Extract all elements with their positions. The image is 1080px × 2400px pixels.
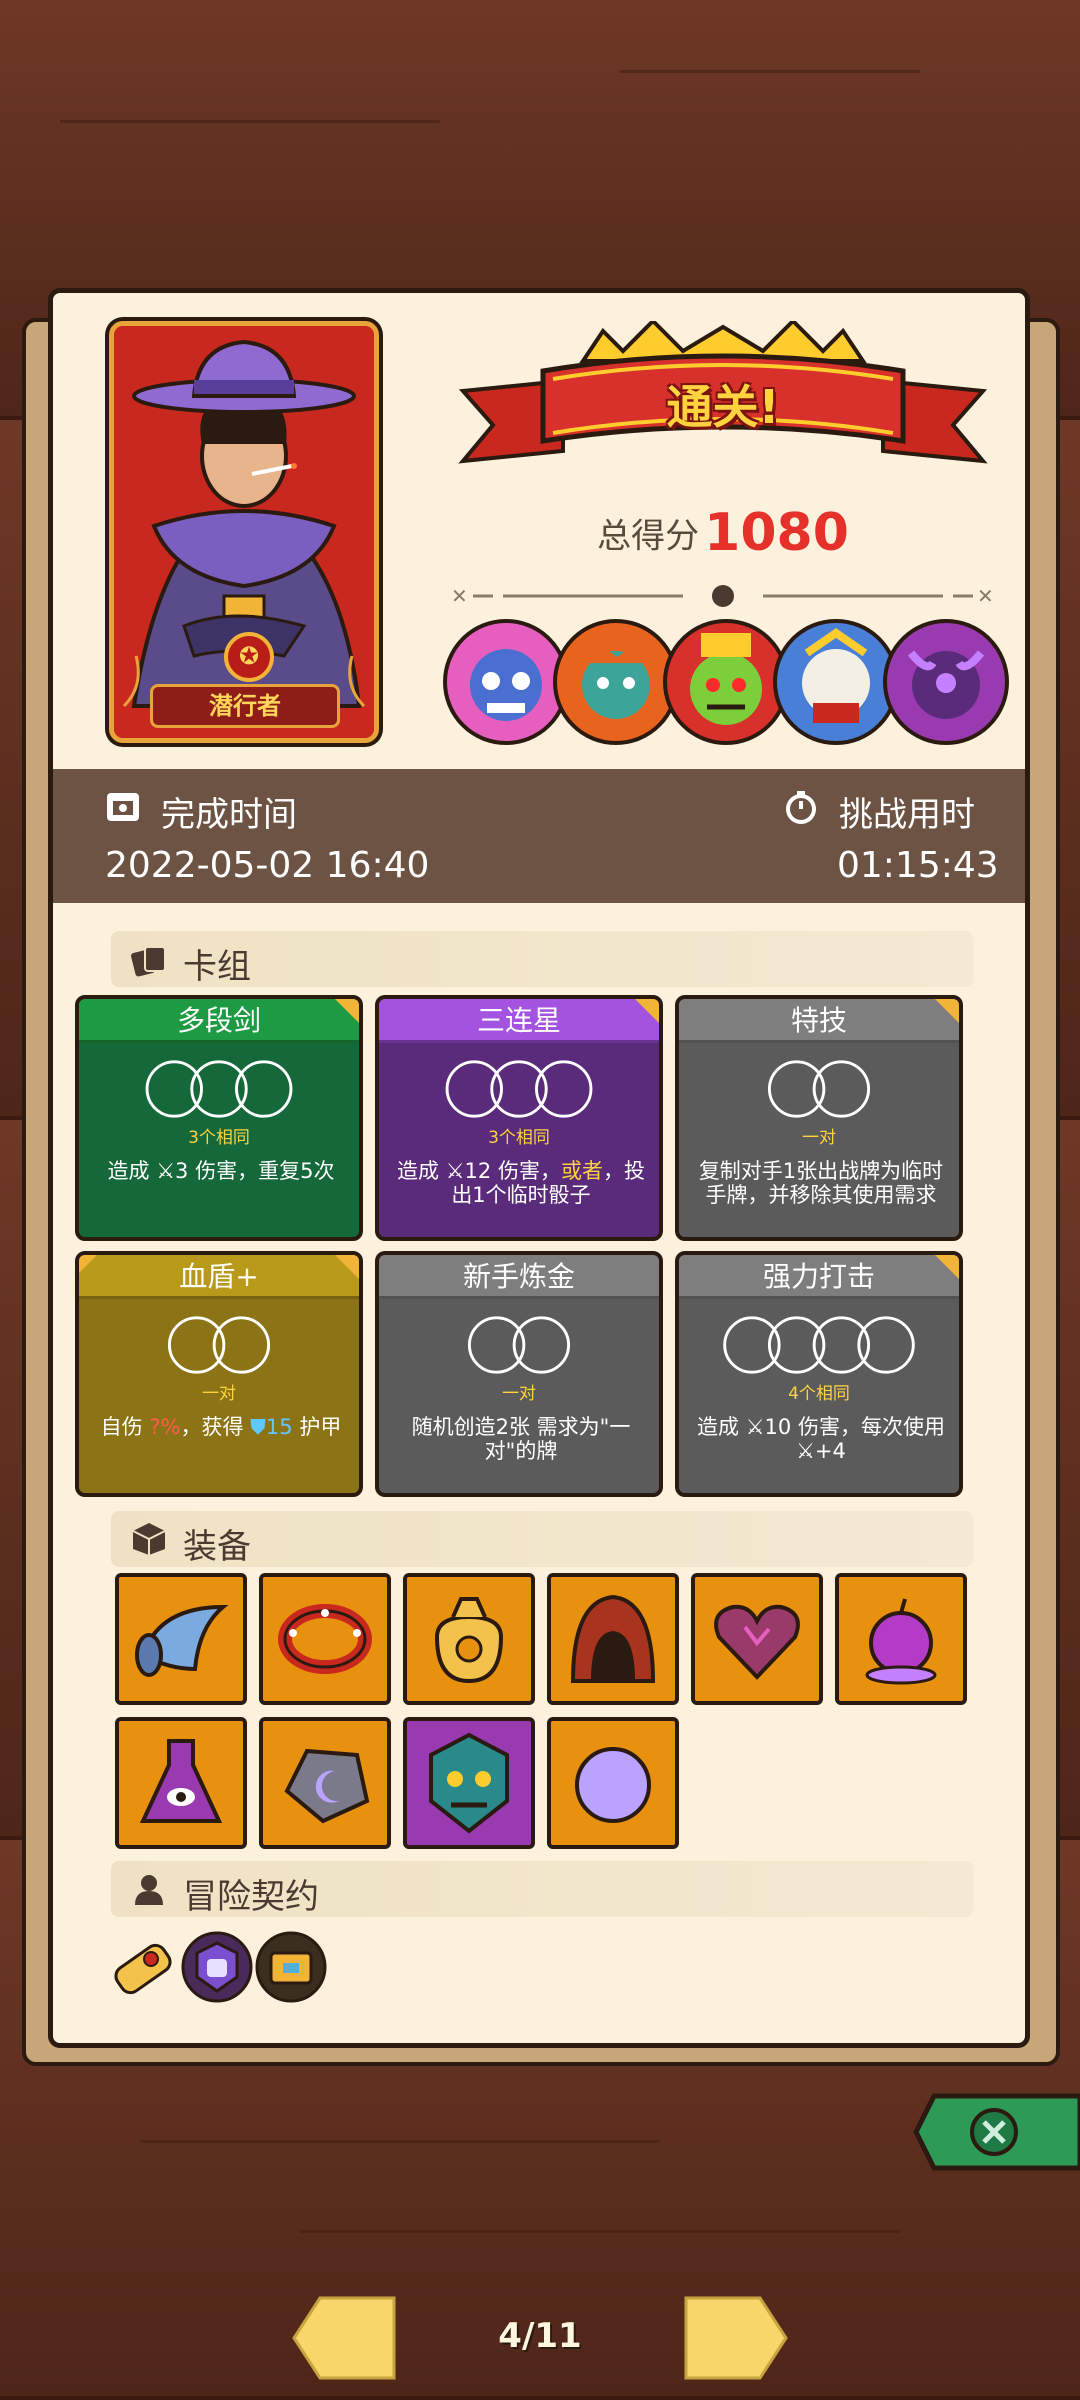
card-requirement: 4个相同: [788, 1384, 850, 1404]
cursed-heart-icon[interactable]: [691, 1573, 823, 1705]
score-value: 1080: [704, 503, 849, 563]
contract-section-header: 冒险契约: [111, 1861, 973, 1917]
card-description: 造成 ⚔10 伤害，每次使用 ⚔+4: [697, 1415, 945, 1463]
box-icon: [132, 1523, 166, 1555]
deck-section-title: 卡组: [183, 947, 251, 987]
card-trick[interactable]: 特技 一对 复制对手1张出战牌为临时手牌，并移除其使用需求: [675, 995, 963, 1241]
coin-bag-icon[interactable]: [403, 1573, 535, 1705]
boss-portrait[interactable]: [773, 619, 899, 745]
card-title: 多段剑: [79, 999, 359, 1043]
card-corner: [633, 999, 659, 1025]
class-emblem-icon: ✪: [224, 632, 274, 682]
page-indicator: 4/11: [498, 2316, 582, 2356]
dice-slots: [767, 1060, 871, 1118]
fist-badge-icon[interactable]: [179, 1929, 255, 2005]
cards-icon: [131, 946, 166, 977]
card-description: 造成 ⚔3 伤害，重复5次: [107, 1159, 335, 1183]
shield-icon: ⛊: [250, 1415, 266, 1439]
defeated-bosses: [443, 611, 1009, 751]
gold-chest-icon[interactable]: [253, 1929, 329, 2005]
dice-slots: [145, 1060, 293, 1118]
card-title: 三连星: [379, 999, 659, 1043]
card-title: 血盾+: [79, 1255, 359, 1299]
equipment-section-header: 装备: [111, 1511, 973, 1567]
stopwatch-icon: [786, 791, 816, 824]
hood-icon[interactable]: [547, 1573, 679, 1705]
score-label: 总得分: [597, 516, 700, 557]
boss-portrait[interactable]: [663, 619, 789, 745]
clear-title: 通关!: [666, 380, 780, 434]
dice-slots: [167, 1316, 271, 1374]
challenge-time-label: 挑战用时: [839, 795, 975, 835]
wood-grain: [300, 2230, 900, 2233]
card-description: 自伤 ?%，获得 ⛊15 护甲: [100, 1415, 342, 1439]
spiked-collar-icon[interactable]: [259, 1573, 391, 1705]
time-band: 完成时间 2022-05-02 16:40 挑战用时 01:15:43: [53, 769, 1025, 903]
card-requirement: 3个相同: [488, 1128, 550, 1148]
boss-portrait[interactable]: [883, 619, 1009, 745]
boss-portrait[interactable]: [553, 619, 679, 745]
sword-icon: ⚔: [796, 1439, 815, 1463]
card-description: 随机创造2张 需求为"一对"的牌: [411, 1415, 631, 1463]
prev-page-button[interactable]: [290, 2290, 400, 2386]
moon-stone-icon[interactable]: [259, 1717, 391, 1849]
card-novice-alchemy[interactable]: 新手炼金 一对 随机创造2张 需求为"一对"的牌: [375, 1251, 663, 1497]
hero-card[interactable]: ✪ 潜行者: [109, 321, 379, 743]
card-power-strike[interactable]: 强力打击 4个相同 造成 ⚔10 伤害，每次使用 ⚔+4: [675, 1251, 963, 1497]
total-score: 总得分 1080: [453, 503, 993, 563]
moon-orb-icon[interactable]: [547, 1717, 679, 1849]
hero-name: 潜行者: [150, 684, 340, 728]
card-requirement: 一对: [502, 1384, 536, 1404]
card-title: 特技: [679, 999, 959, 1043]
dice-slots: [723, 1316, 915, 1374]
sword-icon: ⚔: [156, 1159, 176, 1183]
challenge-time-value: 01:15:43: [837, 845, 999, 886]
card-title: 强力打击: [679, 1255, 959, 1299]
card-triple-star[interactable]: 三连星 3个相同 造成 ⚔12 伤害，或者，投出1个临时骰子: [375, 995, 663, 1241]
card-corner: [933, 999, 959, 1025]
close-button[interactable]: [912, 2086, 1080, 2178]
deck-section-header: 卡组: [111, 931, 973, 987]
finish-time-value: 2022-05-02 16:40: [105, 845, 430, 886]
next-page-button[interactable]: [680, 2290, 790, 2386]
demon-mask-icon[interactable]: [403, 1717, 535, 1849]
horn-icon[interactable]: [115, 1573, 247, 1705]
card-requirement: 3个相同: [188, 1128, 250, 1148]
card-multi-sword[interactable]: 多段剑 3个相同 造成 ⚔3 伤害，重复5次: [75, 995, 363, 1241]
card-corner: [933, 1255, 959, 1281]
calendar-icon: [107, 793, 139, 821]
poison-apple-icon[interactable]: [835, 1573, 967, 1705]
dice-slots: [467, 1316, 571, 1374]
boss-divider: ✕ ✕: [451, 584, 994, 608]
card-title: 新手炼金: [379, 1255, 659, 1299]
boss-portrait[interactable]: [443, 619, 569, 745]
card-requirement: 一对: [202, 1384, 236, 1404]
card-corner: [333, 1255, 359, 1281]
svg-text:✕: ✕: [977, 584, 994, 608]
card-requirement: 一对: [802, 1128, 836, 1148]
sword-icon: ⚔: [445, 1159, 465, 1183]
clear-banner: 通关!: [453, 318, 993, 501]
finish-time-label: 完成时间: [161, 795, 297, 835]
card-corner: [333, 999, 359, 1025]
person-icon: [135, 1875, 163, 1905]
equipment-section-title: 装备: [183, 1527, 251, 1567]
result-panel: ✪ 潜行者 通关! 总得分 1080 ✕ ✕ 完成时间 2022-05-02 1…: [48, 288, 1030, 2048]
card-description: 复制对手1张出战牌为临时手牌，并移除其使用需求: [698, 1159, 944, 1207]
wood-grain: [140, 2140, 660, 2143]
scroll-icon[interactable]: [105, 1929, 181, 2005]
card-description: 造成 ⚔12 伤害，或者，投出1个临时骰子: [397, 1159, 645, 1207]
contract-section-title: 冒险契约: [183, 1877, 319, 1917]
sword-icon: ⚔: [745, 1415, 765, 1439]
dice-slots: [445, 1060, 593, 1118]
wood-grain: [60, 120, 440, 123]
card-corner: [79, 1255, 99, 1275]
card-blood-shield-plus[interactable]: 血盾+ 一对 自伤 ?%，获得 ⛊15 护甲: [75, 1251, 363, 1497]
wood-grain: [620, 70, 920, 73]
svg-text:✕: ✕: [451, 584, 468, 608]
eye-flask-icon[interactable]: [115, 1717, 247, 1849]
